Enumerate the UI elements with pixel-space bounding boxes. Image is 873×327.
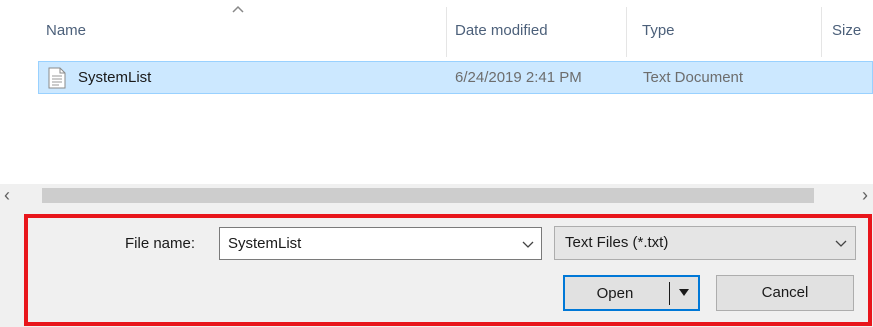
sort-ascending-icon[interactable] — [231, 4, 245, 14]
column-divider[interactable] — [821, 7, 822, 57]
column-header-size[interactable]: Size — [832, 22, 861, 39]
file-date-modified: 6/24/2019 2:41 PM — [455, 69, 582, 86]
open-button[interactable]: Open — [563, 275, 700, 311]
cancel-button-label: Cancel — [761, 284, 809, 301]
scroll-right-arrow-icon[interactable]: › — [862, 186, 873, 204]
chevron-down-icon — [835, 240, 847, 247]
file-type: Text Document — [643, 69, 744, 86]
file-name: SystemList — [78, 69, 152, 86]
cancel-button[interactable]: Cancel — [716, 275, 854, 311]
open-button-label: Open — [596, 285, 634, 302]
column-divider[interactable] — [626, 7, 627, 57]
split-button-divider — [669, 282, 670, 305]
file-name-label: File name: — [125, 235, 196, 252]
column-header-type[interactable]: Type — [642, 22, 675, 39]
scroll-left-arrow-icon[interactable]: ‹ — [4, 186, 22, 204]
file-type-dropdown[interactable]: Text Files (*.txt) — [554, 226, 856, 260]
column-header-date-modified[interactable]: Date modified — [455, 22, 548, 39]
scrollbar-thumb[interactable] — [42, 188, 814, 203]
text-file-icon — [48, 67, 66, 89]
dropdown-arrow-icon[interactable] — [678, 288, 690, 298]
column-divider[interactable] — [446, 7, 447, 57]
file-name-combobox[interactable]: SystemList — [219, 227, 542, 260]
horizontal-scrollbar[interactable]: ‹ › — [0, 184, 873, 206]
column-header-name[interactable]: Name — [46, 22, 86, 39]
file-list: Name Date modified Type Size SystemList … — [0, 0, 873, 184]
file-name-input-value[interactable]: SystemList — [228, 235, 301, 252]
file-type-selected-value: Text Files (*.txt) — [565, 234, 669, 251]
file-row-selected[interactable]: SystemList 6/24/2019 2:41 PM Text Docume… — [38, 61, 873, 94]
chevron-down-icon[interactable] — [522, 241, 534, 249]
